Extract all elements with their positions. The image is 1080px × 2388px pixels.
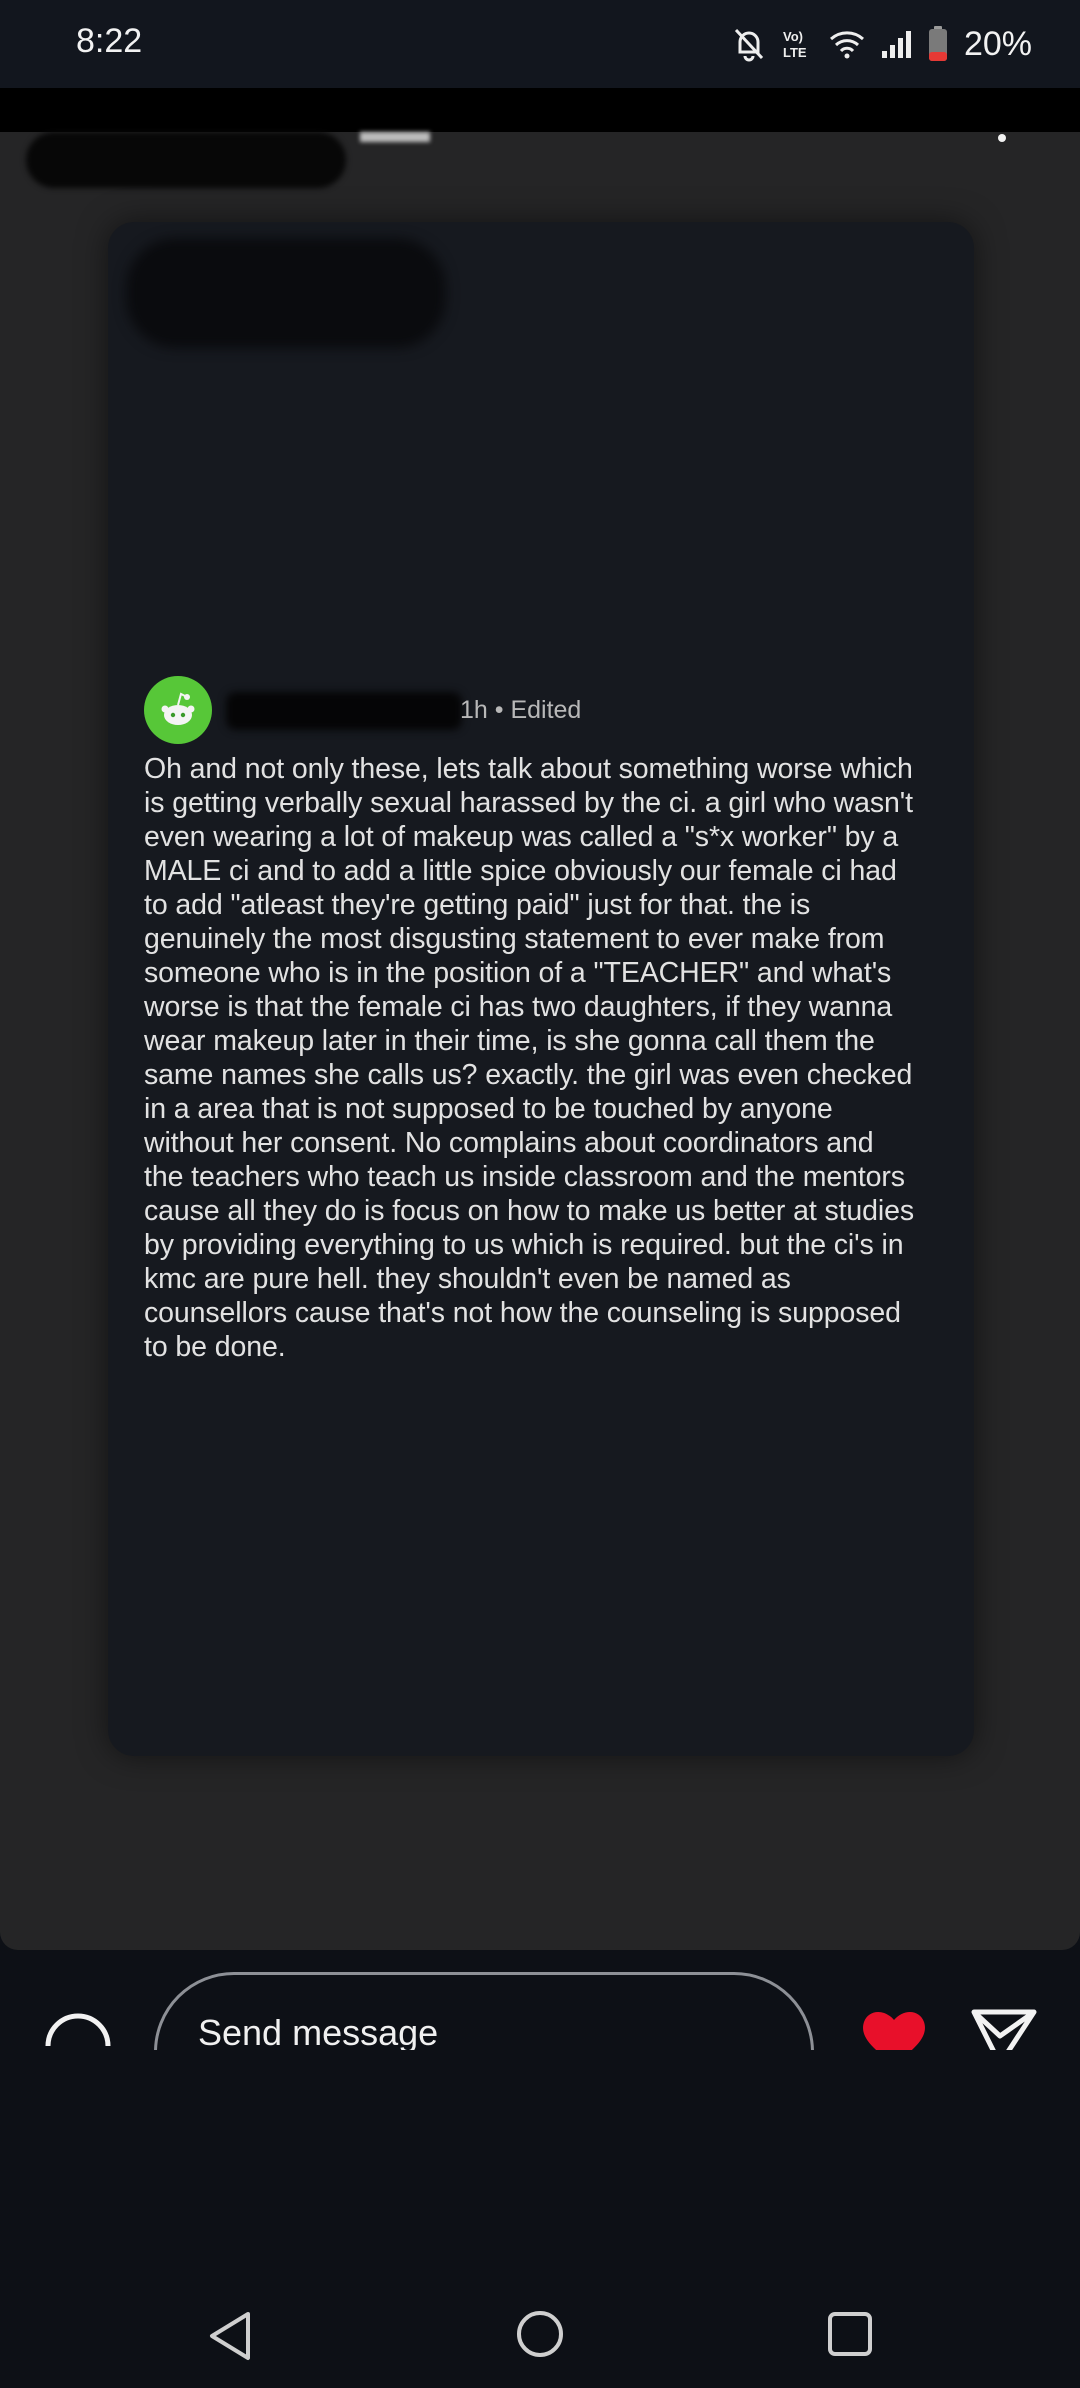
- reddit-snoo-icon: [161, 692, 195, 725]
- camera-icon[interactable]: [42, 2004, 114, 2050]
- avatar: [144, 676, 212, 744]
- message-composer: Send message: [0, 1950, 1080, 2180]
- post-body-text: Oh and not only these, lets talk about s…: [144, 753, 915, 1363]
- svg-text:Vo): Vo): [783, 29, 803, 44]
- recents-icon[interactable]: [826, 2310, 874, 2358]
- mute-bell-icon: [734, 28, 764, 62]
- wifi-icon: [829, 31, 864, 59]
- volte-icon: Vo) LTE: [783, 29, 807, 60]
- signal-icon: [881, 31, 911, 58]
- battery-icon: [928, 26, 947, 61]
- shared-post-card[interactable]: 1h • Edited Oh and not only these, lets …: [108, 222, 974, 1756]
- post-timestamp: 1h • Edited: [460, 696, 582, 724]
- battery-percent: 20%: [963, 24, 1032, 63]
- heart-icon[interactable]: [858, 2006, 930, 2050]
- status-time: 8:22: [76, 22, 143, 60]
- send-icon[interactable]: [970, 2006, 1038, 2050]
- more-options-icon[interactable]: [982, 132, 1022, 172]
- status-bar: 8:22 Vo) LTE 20%: [0, 0, 1080, 88]
- composer-row: Send message: [0, 1950, 1080, 2050]
- redacted-header: [126, 238, 446, 348]
- home-icon[interactable]: [514, 2308, 566, 2360]
- redacted-username: [26, 132, 346, 188]
- redacted-text: [360, 132, 430, 142]
- status-icons: Vo) LTE 20%: [732, 20, 1032, 68]
- svg-text:LTE: LTE: [783, 45, 807, 60]
- system-nav-bar: [0, 2230, 1080, 2388]
- story-content[interactable]: 1h • Edited Oh and not only these, lets …: [0, 132, 1080, 1950]
- redacted-author-name: [226, 692, 462, 730]
- send-message-placeholder: Send message: [198, 2012, 439, 2050]
- story-header-strip: [0, 88, 1080, 132]
- back-icon[interactable]: [204, 2308, 254, 2364]
